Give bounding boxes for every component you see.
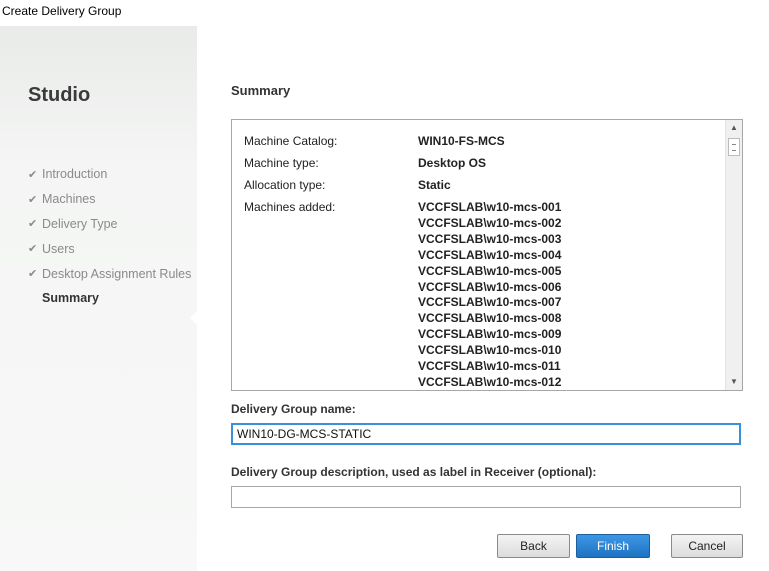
checkmark-icon: ✔ — [28, 268, 38, 281]
list-item: VCCFSLAB\w10-mcs-003 — [418, 231, 562, 246]
scroll-up-icon[interactable]: ▲ — [726, 120, 742, 136]
page-title: Summary — [231, 83, 291, 98]
name-label: Delivery Group name: — [231, 402, 356, 416]
wizard-steps: ✔ Introduction ✔ Machines ✔ Delivery Type ✔… — [28, 162, 191, 311]
step-machines[interactable]: ✔ Machines — [28, 187, 191, 212]
scroll-down-icon[interactable]: ▼ — [726, 374, 742, 390]
step-users[interactable]: ✔ Users — [28, 236, 191, 261]
checkmark-icon: ✔ — [28, 193, 38, 206]
checkmark-icon: ✔ — [28, 243, 38, 256]
window-title: Create Delivery Group — [2, 4, 122, 18]
title-bar: Create Delivery Group — [0, 0, 769, 26]
studio-brand: Studio — [28, 84, 91, 106]
delivery-group-name-input[interactable] — [231, 423, 741, 445]
step-summary[interactable]: ✔Summary — [28, 286, 191, 311]
main-panel: Summary Machine Catalog: WIN10-FS-MCS Ma… — [197, 26, 769, 571]
list-item: VCCFSLAB\w10-mcs-010 — [418, 343, 562, 358]
list-item: VCCFSLAB\w10-mcs-004 — [418, 247, 562, 262]
vertical-scrollbar[interactable]: ▲ ▼ — [725, 120, 742, 390]
list-item: VCCFSLAB\w10-mcs-011 — [418, 359, 561, 374]
list-item: VCCFSLAB\w10-mcs-005 — [418, 263, 562, 278]
checkmark-icon: ✔ — [28, 168, 38, 181]
finish-button[interactable]: Finish — [576, 534, 650, 558]
list-item: VCCFSLAB\w10-mcs-006 — [418, 279, 562, 294]
delivery-group-description-input[interactable] — [231, 486, 741, 508]
step-introduction[interactable]: ✔ Introduction — [28, 162, 191, 187]
list-item: VCCFSLAB\w10-mcs-008 — [418, 311, 562, 326]
description-label: Delivery Group description, used as labe… — [231, 465, 597, 479]
checkmark-icon: ✔ — [28, 218, 38, 231]
machines-list: VCCFSLAB\w10-mcs-001 VCCFSLAB\w10-mcs-00… — [418, 200, 562, 390]
list-item: VCCFSLAB\w10-mcs-012 — [418, 374, 562, 389]
cancel-button[interactable]: Cancel — [671, 534, 743, 558]
step-delivery-type[interactable]: ✔ Delivery Type — [28, 212, 191, 237]
back-button[interactable]: Back — [497, 534, 570, 558]
list-item: VCCFSLAB\w10-mcs-002 — [418, 215, 562, 230]
list-item: VCCFSLAB\w10-mcs-009 — [418, 327, 562, 342]
scroll-thumb[interactable] — [728, 138, 740, 156]
step-desktop-assignment-rules[interactable]: ✔ Desktop Assignment Rules — [28, 261, 191, 286]
sidebar: Studio ✔ Introduction ✔ Machines ✔ Delivery… — [0, 26, 198, 571]
list-item: VCCFSLAB\w10-mcs-007 — [418, 295, 562, 310]
summary-box[interactable]: Machine Catalog: WIN10-FS-MCS Machine ty… — [231, 119, 743, 391]
list-item: VCCFSLAB\w10-mcs-001 — [418, 200, 562, 214]
